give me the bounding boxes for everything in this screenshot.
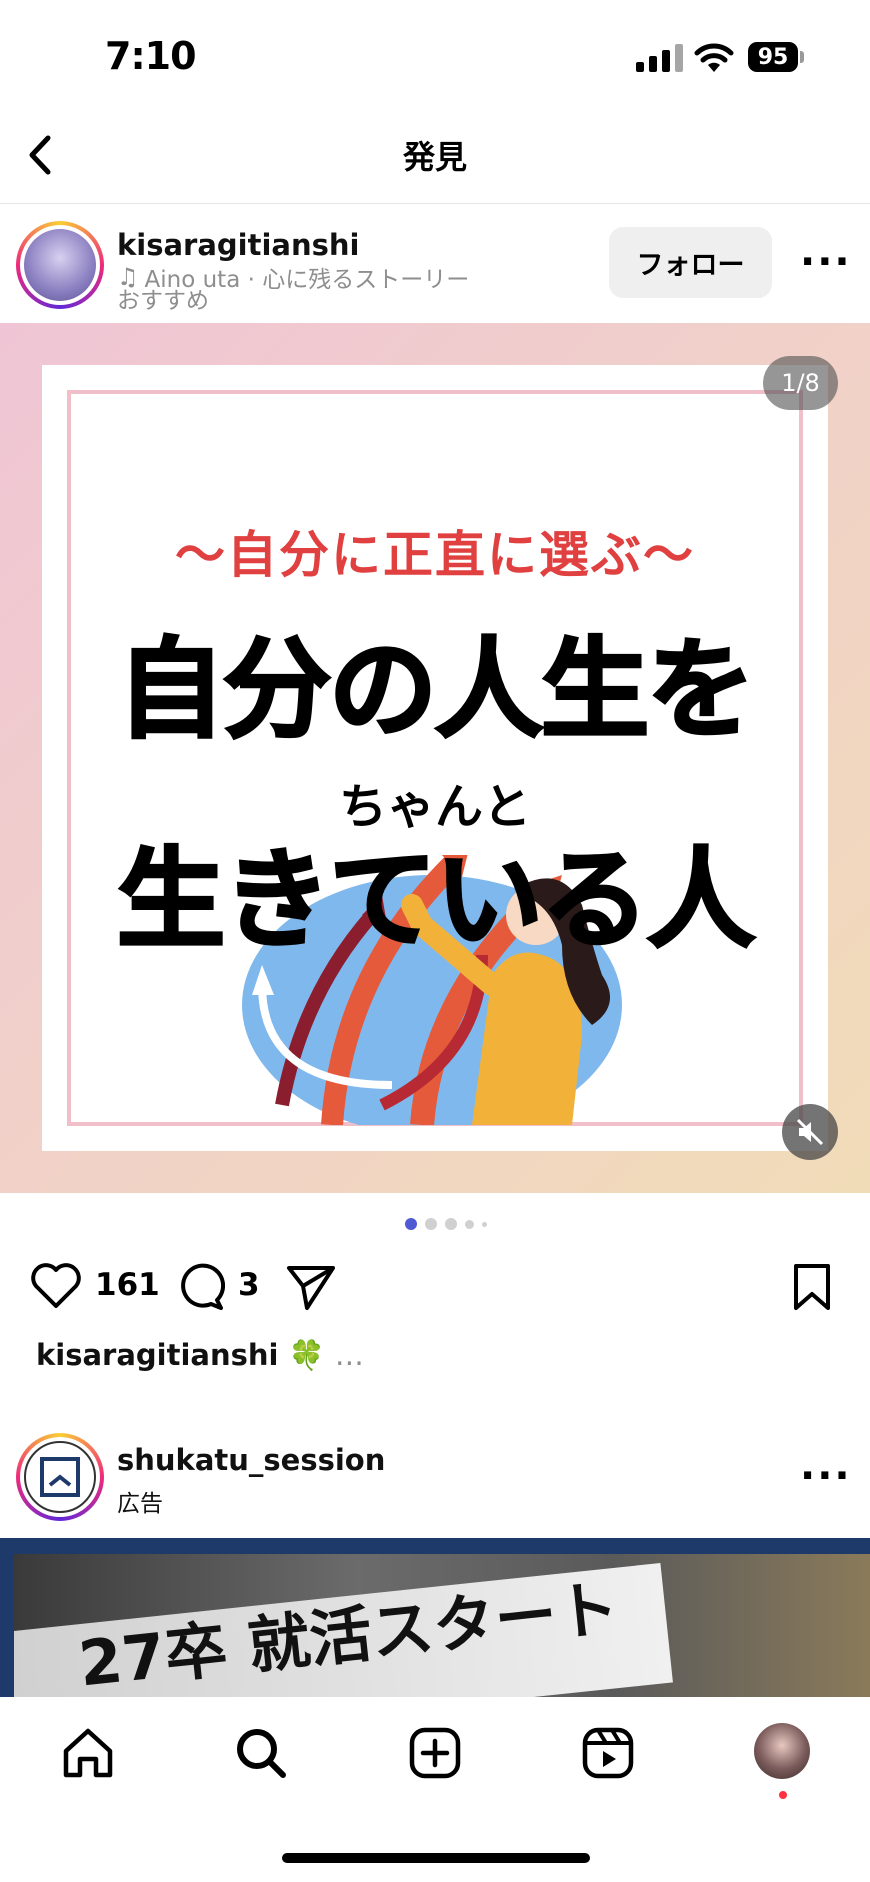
comment-count[interactable]: 3 bbox=[238, 1267, 260, 1303]
recommended-label: おすすめ bbox=[117, 288, 209, 314]
home-icon[interactable] bbox=[60, 1725, 116, 1781]
ad-avatar[interactable] bbox=[16, 1433, 104, 1521]
sponsored-label: 広告 bbox=[117, 1491, 163, 1517]
carousel-counter: 1/8 bbox=[763, 356, 838, 410]
carousel-dots bbox=[405, 1218, 487, 1230]
follow-button[interactable]: フォロー bbox=[609, 227, 772, 298]
image-title-line2: 生きている人 bbox=[115, 837, 756, 965]
caption-username[interactable]: kisaragitianshi bbox=[36, 1338, 279, 1372]
battery-tip bbox=[800, 51, 804, 63]
post-avatar[interactable] bbox=[16, 221, 104, 309]
cellular-signal-icon bbox=[636, 42, 683, 72]
ad-logo bbox=[40, 1457, 80, 1497]
mute-button[interactable] bbox=[782, 1104, 838, 1160]
caption-more[interactable]: … bbox=[335, 1338, 364, 1372]
home-indicator bbox=[282, 1853, 590, 1863]
profile-avatar[interactable] bbox=[754, 1723, 810, 1779]
ad-username[interactable]: shukatu_session bbox=[117, 1443, 385, 1477]
post-image[interactable]: 〜自分に正直に選ぶ〜 自分の人生を ちゃんと 生きている人 bbox=[0, 323, 870, 1193]
ad-more-icon[interactable]: ··· bbox=[800, 1456, 852, 1496]
like-count[interactable]: 161 bbox=[95, 1267, 160, 1303]
caption-emoji: 🍀 bbox=[288, 1338, 325, 1372]
reels-icon[interactable] bbox=[580, 1725, 636, 1781]
wifi-icon bbox=[694, 43, 734, 72]
muted-speaker-icon bbox=[796, 1118, 824, 1146]
image-subtitle: 〜自分に正直に選ぶ〜 bbox=[175, 526, 695, 584]
ad-image[interactable]: 27卒 就活スタート bbox=[0, 1538, 870, 1698]
comment-icon[interactable] bbox=[175, 1262, 225, 1312]
status-time: 7:10 bbox=[105, 34, 197, 78]
post-username[interactable]: kisaragitianshi bbox=[117, 228, 360, 262]
ad-artwork: 27卒 就活スタート bbox=[14, 1554, 870, 1698]
bookmark-icon[interactable] bbox=[790, 1262, 834, 1312]
battery-icon: 95 bbox=[748, 42, 798, 72]
notification-dot bbox=[779, 1791, 787, 1799]
page-title: 発見 bbox=[402, 138, 467, 176]
like-heart-icon[interactable] bbox=[30, 1262, 82, 1310]
share-send-icon[interactable] bbox=[285, 1262, 337, 1312]
search-icon[interactable] bbox=[233, 1725, 289, 1781]
post-more-icon[interactable]: ··· bbox=[800, 242, 852, 282]
create-icon[interactable] bbox=[407, 1725, 463, 1781]
post-image-card: 〜自分に正直に選ぶ〜 自分の人生を ちゃんと 生きている人 bbox=[42, 365, 828, 1151]
post-caption[interactable]: kisaragitianshi 🍀 … bbox=[36, 1338, 364, 1373]
header-divider bbox=[0, 203, 870, 204]
image-title-line1: 自分の人生を bbox=[115, 627, 756, 755]
